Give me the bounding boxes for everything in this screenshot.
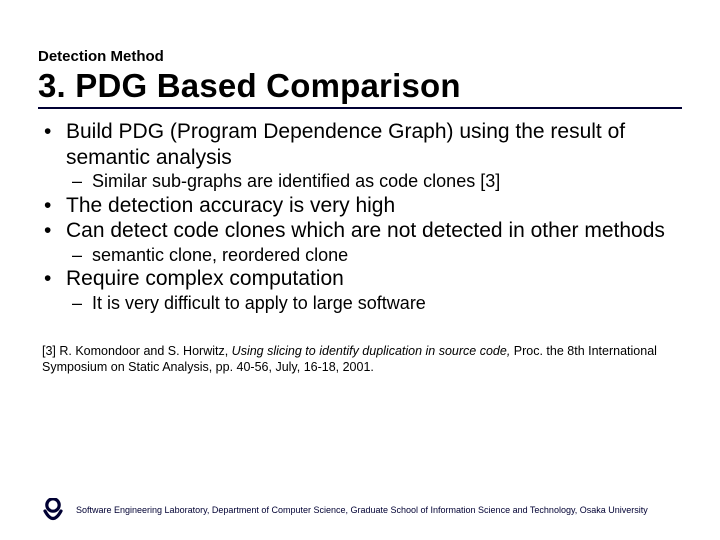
sub-list: It is very difficult to apply to large s… [66, 292, 682, 315]
bullet-list: Build PDG (Program Dependence Graph) usi… [38, 119, 682, 315]
sub-bullet-item: Similar sub-graphs are identified as cod… [92, 170, 682, 193]
sub-bullet-item: It is very difficult to apply to large s… [92, 292, 682, 315]
citation-italic: Using slicing to identify duplication in… [232, 344, 514, 358]
slide: Detection Method 3. PDG Based Comparison… [0, 0, 720, 540]
bullet-item: Build PDG (Program Dependence Graph) usi… [66, 119, 682, 193]
sub-bullet-item: semantic clone, reordered clone [92, 244, 682, 267]
slide-title: 3. PDG Based Comparison [38, 67, 682, 105]
footer: Software Engineering Laboratory, Departm… [40, 498, 700, 522]
lab-logo-icon [40, 498, 66, 522]
sub-list: Similar sub-graphs are identified as cod… [66, 170, 682, 193]
title-wrap: 3. PDG Based Comparison [38, 67, 682, 109]
citation-prefix: [3] R. Komondoor and S. Horwitz, [42, 344, 232, 358]
footer-text: Software Engineering Laboratory, Departm… [76, 505, 648, 515]
bullet-text: Build PDG (Program Dependence Graph) usi… [66, 120, 625, 169]
bullet-text: Require complex computation [66, 267, 344, 290]
citation: [3] R. Komondoor and S. Horwitz, Using s… [38, 343, 682, 377]
bullet-item: Can detect code clones which are not det… [66, 218, 682, 266]
kicker-text: Detection Method [38, 48, 682, 65]
bullet-item: The detection accuracy is very high [66, 193, 682, 219]
sub-list: semantic clone, reordered clone [66, 244, 682, 267]
bullet-text: Can detect code clones which are not det… [66, 219, 665, 242]
bullet-item: Require complex computation It is very d… [66, 266, 682, 314]
